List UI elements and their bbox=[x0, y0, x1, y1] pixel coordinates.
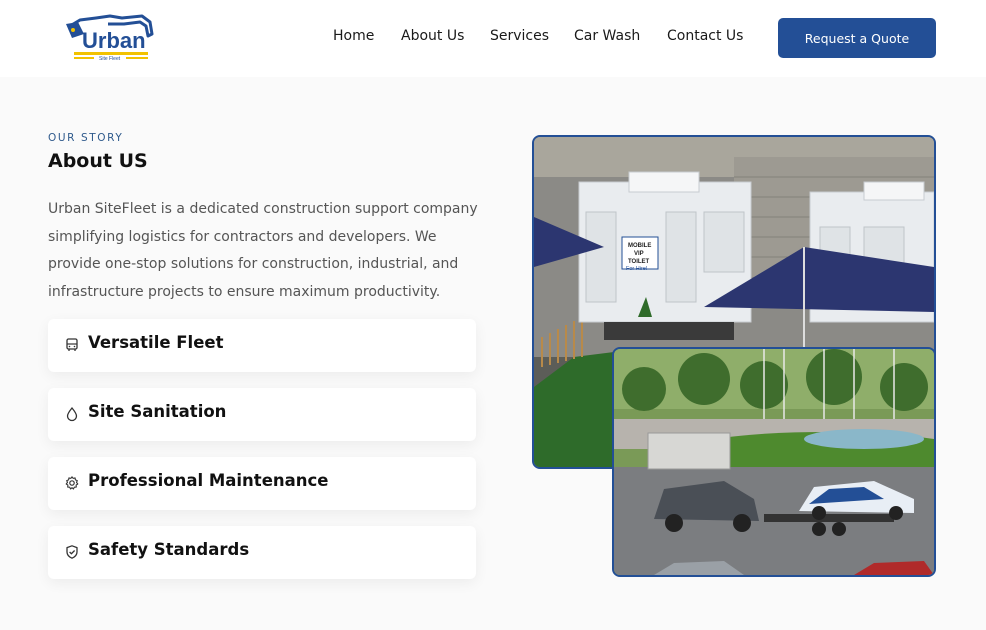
nav-contact-us[interactable]: Contact Us bbox=[667, 28, 743, 44]
car-transport-photo bbox=[612, 347, 936, 577]
nav-services[interactable]: Services bbox=[490, 28, 549, 44]
droplet-icon bbox=[64, 406, 80, 422]
feature-card-professional-maintenance: Professional Maintenance bbox=[48, 457, 476, 510]
gear-icon bbox=[64, 475, 80, 491]
nav-about-us[interactable]: About Us bbox=[401, 28, 464, 44]
section-description: Urban SiteFleet is a dedicated construct… bbox=[48, 201, 478, 300]
feature-label: Site Sanitation bbox=[88, 402, 227, 421]
site-logo[interactable]: Urban Site Fleet bbox=[64, 12, 160, 64]
shield-check-icon bbox=[64, 544, 80, 560]
toilet-sign-line4: For Hire! bbox=[626, 266, 648, 272]
nav-home[interactable]: Home bbox=[333, 28, 374, 44]
site-header: Urban Site Fleet Home About Us Services … bbox=[0, 0, 986, 77]
nav-car-wash[interactable]: Car Wash bbox=[574, 28, 640, 44]
feature-label: Versatile Fleet bbox=[88, 333, 224, 352]
toilet-sign-line1: MOBILE bbox=[628, 243, 651, 249]
logo-subtext: Site Fleet bbox=[99, 56, 121, 62]
feature-label: Professional Maintenance bbox=[88, 471, 329, 490]
request-quote-button[interactable]: Request a Quote bbox=[778, 18, 936, 58]
feature-card-safety-standards: Safety Standards bbox=[48, 526, 476, 579]
feature-card-site-sanitation: Site Sanitation bbox=[48, 388, 476, 441]
toilet-sign-line2: VIP bbox=[634, 251, 644, 257]
feature-label: Safety Standards bbox=[88, 540, 250, 559]
logo-text: Urban bbox=[82, 28, 146, 53]
bus-icon bbox=[64, 337, 80, 353]
section-title: About US bbox=[48, 150, 148, 172]
feature-card-versatile-fleet: Versatile Fleet bbox=[48, 319, 476, 372]
logo-graphic: Urban Site Fleet bbox=[66, 14, 154, 62]
section-eyebrow: OUR STORY bbox=[48, 132, 124, 144]
toilet-sign-line3: TOILET bbox=[628, 259, 650, 265]
